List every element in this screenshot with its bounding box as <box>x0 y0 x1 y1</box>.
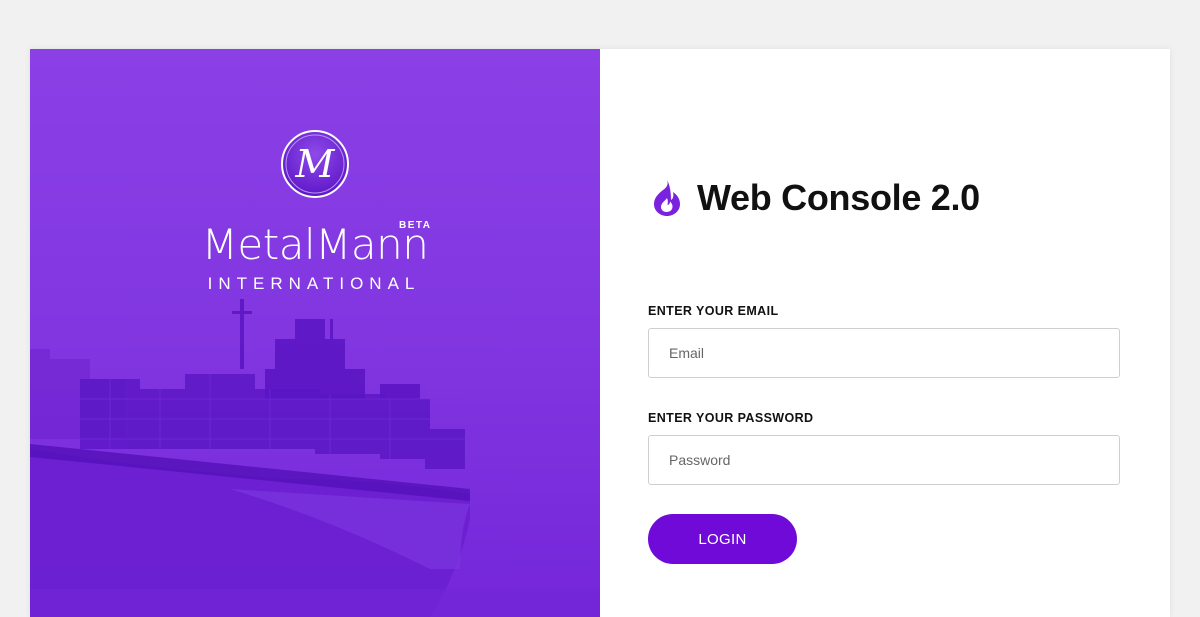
beta-badge: BETA <box>399 220 432 231</box>
email-label: ENTER YOUR EMAIL <box>648 304 779 318</box>
login-card: M MetalMann BETA INTERNATIONAL Web Conso… <box>30 49 1170 617</box>
email-field[interactable] <box>648 328 1120 378</box>
monogram-letter: M <box>295 142 336 186</box>
brand-subtitle: INTERNATIONAL <box>207 274 421 293</box>
monogram-badge: M <box>281 130 349 198</box>
password-label: ENTER YOUR PASSWORD <box>648 411 814 425</box>
password-field[interactable] <box>648 435 1120 485</box>
brand-logo: M MetalMann BETA INTERNATIONAL <box>30 49 600 617</box>
hero-panel: M MetalMann BETA INTERNATIONAL <box>30 49 600 617</box>
app-title: Web Console 2.0 <box>697 177 980 218</box>
flame-icon <box>654 180 680 216</box>
login-panel: Web Console 2.0 ENTER YOUR EMAIL ENTER Y… <box>600 49 1170 617</box>
login-button[interactable]: LOGIN <box>648 514 797 564</box>
app-title-row: Web Console 2.0 <box>650 177 980 219</box>
